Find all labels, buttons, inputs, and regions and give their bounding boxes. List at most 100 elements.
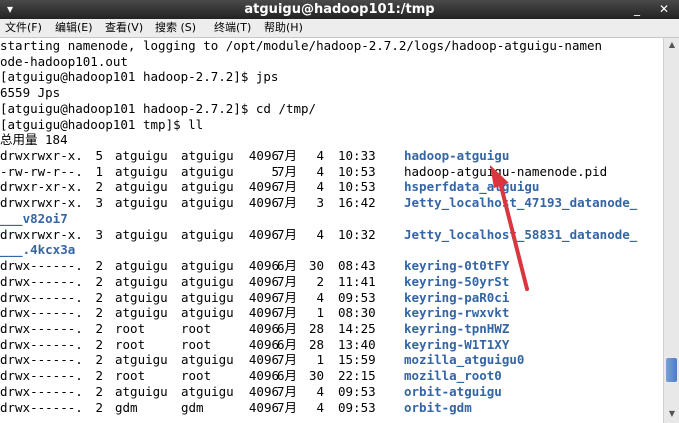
menu-view[interactable]: 查看(V)	[105, 21, 143, 35]
file-time: 14:25	[338, 320, 376, 336]
file-name: mozilla_root0	[404, 368, 502, 384]
file-day: 2	[316, 273, 324, 289]
file-size: 4096	[248, 289, 279, 305]
file-perm: drwxrwxr-x.	[0, 195, 83, 211]
file-day: 4	[316, 148, 324, 164]
file-perm: drwx------.	[0, 289, 83, 305]
file-size: 4096	[248, 195, 279, 211]
file-name: keyring-50yrSt	[404, 273, 510, 289]
file-size: 4096	[248, 352, 279, 368]
file-name: hadoop-atguigu-namenode.pid	[404, 163, 608, 179]
file-name-continued: ___v82oi7	[0, 210, 68, 226]
file-group: root	[181, 320, 212, 336]
file-user: atguigu	[115, 226, 168, 242]
file-name: keyring-0t0tFY	[404, 258, 510, 274]
file-name: keyring-rwxvkt	[404, 305, 510, 321]
file-time: 08:30	[338, 305, 376, 321]
terminal-line: starting namenode, logging to /opt/modul…	[0, 38, 603, 53]
file-day: 4	[316, 399, 324, 415]
file-user: atguigu	[115, 273, 168, 289]
file-time: 09:53	[338, 399, 376, 415]
menu-terminal[interactable]: 终端(T)	[214, 21, 251, 35]
file-day: 4	[316, 179, 324, 195]
file-time: 10:53	[338, 179, 376, 195]
file-perm: drwxrwxr-x.	[0, 148, 83, 164]
scroll-up-icon[interactable]: ▲	[667, 40, 677, 50]
file-day: 4	[316, 163, 324, 179]
menu-search[interactable]: 搜索 (S)	[155, 21, 196, 35]
file-time: 22:15	[338, 368, 376, 384]
file-name: Jetty_localhost_47193_datanode_	[404, 195, 638, 211]
file-month: 7月	[277, 163, 298, 179]
file-name: orbit-atguigu	[404, 383, 502, 399]
file-user: root	[115, 336, 146, 352]
file-perm: drwx------.	[0, 273, 83, 289]
file-user: atguigu	[115, 383, 168, 399]
file-month: 7月	[277, 273, 298, 289]
file-links: 1	[95, 163, 103, 179]
file-perm: drwx------.	[0, 258, 83, 274]
file-name: keyring-W1T1XY	[404, 336, 510, 352]
file-size: 4096	[248, 258, 279, 274]
file-links: 2	[95, 273, 103, 289]
file-group: atguigu	[181, 289, 234, 305]
file-day: 4	[316, 383, 324, 399]
file-time: 13:40	[338, 336, 376, 352]
file-name: hsperfdata_atguigu	[404, 179, 540, 195]
close-icon[interactable]: ✕	[657, 2, 671, 16]
file-time: 16:42	[338, 195, 376, 211]
file-group: atguigu	[181, 305, 234, 321]
file-group: atguigu	[181, 273, 234, 289]
file-links: 2	[95, 320, 103, 336]
file-group: atguigu	[181, 383, 234, 399]
terminal-line: 总用量 184	[0, 132, 68, 148]
scrollbar-thumb[interactable]	[666, 358, 677, 382]
file-links: 2	[95, 258, 103, 274]
scroll-down-icon[interactable]: ▼	[667, 409, 677, 419]
file-month: 7月	[277, 148, 298, 164]
file-perm: drwx------.	[0, 320, 83, 336]
file-size: 4096	[248, 273, 279, 289]
file-size: 4096	[248, 383, 279, 399]
file-user: atguigu	[115, 305, 168, 321]
file-name-continued: ___.4kcx3a	[0, 242, 76, 258]
file-size: 4096	[248, 399, 279, 415]
file-day: 30	[308, 258, 324, 274]
file-name: keyring-paR0ci	[404, 289, 510, 305]
title-bar[interactable]: ▾ atguigu@hadoop101:/tmp _ ✕	[0, 0, 679, 19]
file-month: 7月	[277, 352, 298, 368]
file-name: keyring-tpnHWZ	[404, 320, 510, 336]
file-size: 5	[271, 163, 279, 179]
file-time: 09:53	[338, 289, 376, 305]
file-month: 6月	[277, 368, 298, 384]
window-title: atguigu@hadoop101:/tmp	[244, 2, 435, 17]
file-group: atguigu	[181, 195, 234, 211]
terminal-output[interactable]: starting namenode, logging to /opt/modul…	[0, 38, 663, 423]
file-group: atguigu	[181, 226, 234, 242]
file-size: 4096	[248, 368, 279, 384]
file-day: 28	[308, 320, 324, 336]
file-day: 28	[308, 336, 324, 352]
menu-file[interactable]: 文件(F)	[5, 21, 42, 35]
menu-help[interactable]: 帮助(H)	[264, 21, 303, 35]
file-month: 7月	[277, 195, 298, 211]
minimize-icon[interactable]: _	[630, 2, 644, 16]
terminal-line: [atguigu@hadoop101 hadoop-2.7.2]$ jps	[0, 69, 279, 85]
file-user: root	[115, 368, 146, 384]
file-links: 2	[95, 305, 103, 321]
terminal-line: [atguigu@hadoop101 hadoop-2.7.2]$ cd /tm…	[0, 100, 317, 116]
file-user: atguigu	[115, 352, 168, 368]
terminal-line: 6559 Jps	[0, 85, 61, 101]
menu-edit[interactable]: 编辑(E)	[55, 21, 93, 35]
terminal-window: ▾ atguigu@hadoop101:/tmp _ ✕ 文件(F) 编辑(E)…	[0, 0, 679, 423]
file-time: 11:41	[338, 273, 376, 289]
file-time: 08:43	[338, 258, 376, 274]
file-month: 7月	[277, 226, 298, 242]
file-perm: drwxrwxr-x.	[0, 226, 83, 242]
file-perm: drwxr-xr-x.	[0, 179, 83, 195]
file-size: 4096	[248, 179, 279, 195]
file-month: 7月	[277, 383, 298, 399]
terminal-line: [atguigu@hadoop101 tmp]$ ll	[0, 116, 204, 132]
vertical-scrollbar[interactable]: ▲ ▼	[663, 38, 679, 423]
file-links: 2	[95, 383, 103, 399]
